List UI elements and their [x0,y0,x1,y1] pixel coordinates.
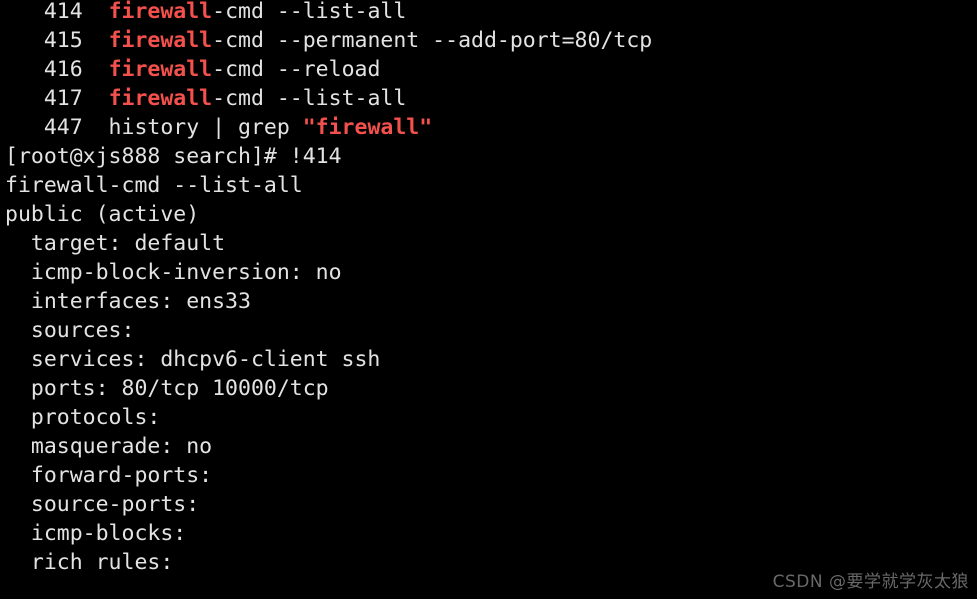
terminal-window[interactable]: 414 firewall-cmd --list-all 415 firewall… [0,0,977,599]
terminal-text: 415 [5,28,109,53]
terminal-text: 417 [5,86,109,111]
terminal-text: -cmd --reload [212,57,381,82]
terminal-line-history-414: 414 firewall-cmd --list-all [5,0,977,26]
terminal-text: ports: 80/tcp 10000/tcp [5,376,329,401]
terminal-text: 447 history | grep [5,115,303,140]
terminal-output-area: 414 firewall-cmd --list-all 415 firewall… [5,0,977,577]
terminal-text: -cmd --permanent --add-port=80/tcp [212,28,653,53]
highlighted-text: firewall [108,28,213,53]
csdn-watermark: CSDN @要学就学灰太狼 [772,572,969,592]
terminal-text: -cmd --list-all [212,0,407,24]
highlighted-text: firewall [108,57,213,82]
terminal-line-output-ports: ports: 80/tcp 10000/tcp [5,374,977,403]
terminal-text: services: dhcpv6-client ssh [5,347,381,372]
terminal-text: [root@xjs888 search]# !414 [5,144,342,169]
terminal-text: interfaces: ens33 [5,289,251,314]
terminal-line-history-417: 417 firewall-cmd --list-all [5,84,977,113]
highlighted-text: firewall [108,86,213,111]
terminal-line-output-forward-ports: forward-ports: [5,461,977,490]
terminal-line-output-masquerade: masquerade: no [5,432,977,461]
terminal-text: sources: [5,318,148,343]
terminal-line-history-447: 447 history | grep "firewall" [5,113,977,142]
terminal-text: forward-ports: [5,463,226,488]
highlighted-text: " [419,115,433,140]
terminal-text: protocols: [5,405,174,430]
highlighted-text: " [302,115,316,140]
terminal-line-output-protocols: protocols: [5,403,977,432]
terminal-text: 416 [5,57,109,82]
terminal-line-history-415: 415 firewall-cmd --permanent --add-port=… [5,26,977,55]
terminal-line-output-target: target: default [5,229,977,258]
terminal-line-echoed-command: firewall-cmd --list-all [5,171,977,200]
terminal-line-prompt-command: [root@xjs888 search]# !414 [5,142,977,171]
terminal-line-output-zone: public (active) [5,200,977,229]
terminal-text: target: default [5,231,226,256]
terminal-text: -cmd --list-all [212,86,407,111]
terminal-text: icmp-block-inversion: no [5,260,342,285]
terminal-text: 414 [5,0,109,24]
terminal-line-output-icmp-blocks: icmp-blocks: [5,519,977,548]
terminal-text: source-ports: [5,492,213,517]
terminal-text: public (active) [5,202,200,227]
terminal-line-history-416: 416 firewall-cmd --reload [5,55,977,84]
terminal-line-output-icmp-block-inversion: icmp-block-inversion: no [5,258,977,287]
terminal-line-output-services: services: dhcpv6-client ssh [5,345,977,374]
terminal-text: rich rules: [5,550,187,575]
terminal-line-output-sources: sources: [5,316,977,345]
terminal-text: masquerade: no [5,434,213,459]
highlighted-text: firewall [315,115,420,140]
terminal-line-output-source-ports: source-ports: [5,490,977,519]
highlighted-text: firewall [108,0,213,24]
terminal-text: icmp-blocks: [5,521,200,546]
terminal-text: firewall-cmd --list-all [5,173,303,198]
terminal-line-output-interfaces: interfaces: ens33 [5,287,977,316]
